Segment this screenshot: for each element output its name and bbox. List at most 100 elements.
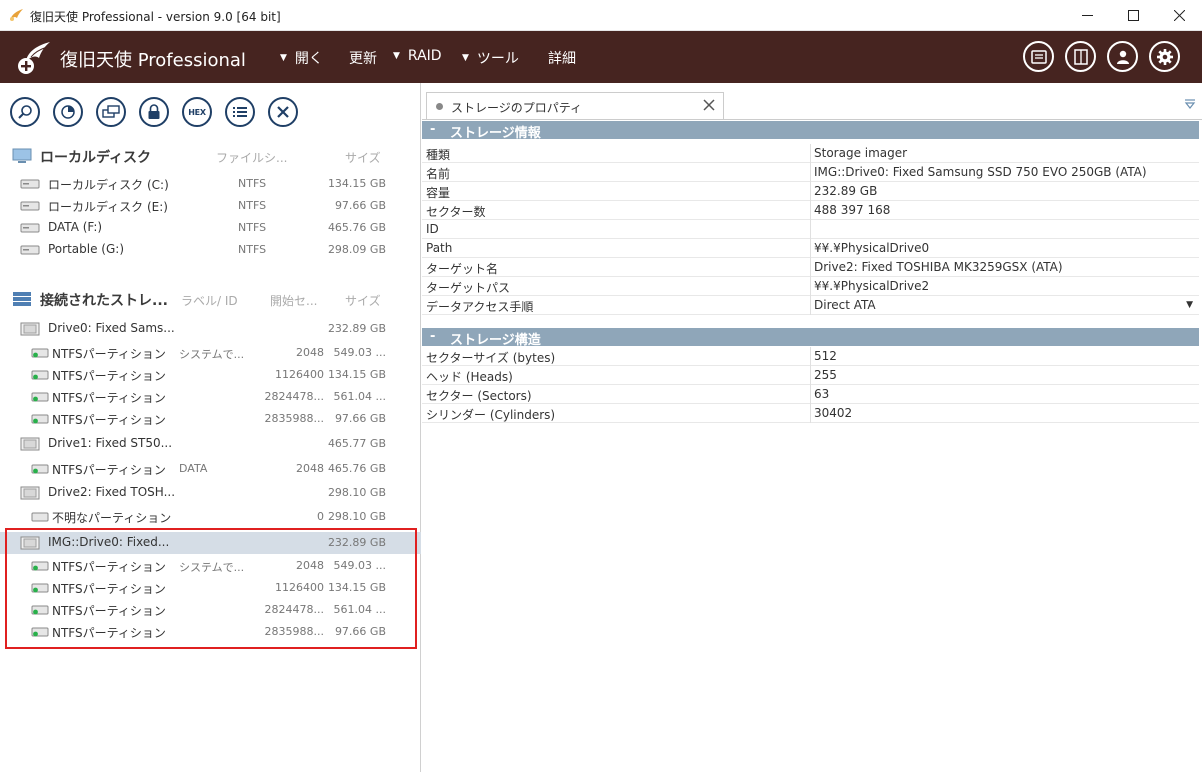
storage-start-sector: 1126400	[275, 368, 324, 381]
storage-size: 465.76 GB	[327, 462, 386, 475]
connected-storage-title: 接続されたストレ...	[40, 293, 168, 309]
col-size[interactable]: サイズ	[345, 149, 381, 166]
settings-button[interactable]	[1149, 41, 1180, 72]
menu-raid[interactable]: ▼ RAID	[393, 48, 442, 64]
physical-drive-icon	[20, 322, 40, 336]
property-row[interactable]: Path ¥¥.¥PhysicalDrive0	[422, 239, 1199, 258]
log-icon	[1030, 49, 1047, 64]
col-size[interactable]: サイズ	[345, 292, 381, 309]
collapse-icon[interactable]: -	[430, 122, 435, 137]
property-row[interactable]: シリンダー (Cylinders) 30402	[422, 404, 1199, 423]
ntfs-partition-icon	[31, 348, 49, 358]
property-row[interactable]: データアクセス手順 Direct ATA ▼	[422, 296, 1199, 315]
column-divider	[810, 182, 811, 201]
tab-storage-properties[interactable]: ストレージのプロパティ	[426, 92, 724, 119]
minimize-button[interactable]	[1064, 0, 1110, 31]
ntfs-partition-icon	[31, 392, 49, 402]
storage-size: 298.10 GB	[327, 486, 386, 499]
property-key: セクター (Sectors)	[426, 389, 532, 403]
property-value: Storage imager	[814, 146, 908, 160]
group-storage-structure[interactable]: - ストレージ構造	[422, 328, 1199, 348]
close-window-button[interactable]	[1156, 0, 1202, 31]
col-label-id[interactable]: ラベル/ ID	[181, 292, 238, 309]
menu-arrow-icon: ▼	[462, 53, 469, 63]
storage-name: NTFSパーティション	[52, 463, 166, 477]
property-value: ¥¥.¥PhysicalDrive2	[814, 279, 930, 293]
disk-name: Portable (G:)	[48, 242, 124, 256]
dropdown-arrow-icon[interactable]: ▼	[1186, 300, 1193, 310]
collapse-icon[interactable]: -	[430, 329, 435, 344]
account-button[interactable]	[1107, 41, 1138, 72]
property-key: Path	[426, 241, 453, 255]
list-button[interactable]	[225, 97, 255, 127]
menu-refresh[interactable]: 更新	[349, 48, 377, 68]
partition-row[interactable]: NTFSパーティション 2824478... 561.04 ...	[0, 386, 421, 408]
partition-icon	[31, 512, 49, 522]
disk-size: 134.15 GB	[327, 177, 386, 190]
close-storage-button[interactable]	[268, 97, 298, 127]
user-icon	[1116, 50, 1129, 64]
property-row[interactable]: 容量 232.89 GB	[422, 182, 1199, 201]
property-row[interactable]: ヘッド (Heads) 255	[422, 366, 1199, 385]
panel-toggle-button[interactable]	[1065, 41, 1096, 72]
group-storage-info[interactable]: - ストレージ情報	[422, 121, 1199, 141]
storage-name: NTFSパーティション	[52, 413, 166, 427]
drive-row[interactable]: Drive1: Fixed ST50... 465.77 GB	[0, 433, 421, 455]
image-button[interactable]	[96, 97, 126, 127]
tab-list-dropdown-icon[interactable]	[1184, 99, 1196, 109]
property-row[interactable]: ID	[422, 220, 1199, 239]
log-button[interactable]	[1023, 41, 1054, 72]
storage-start-sector: 2824478...	[264, 390, 324, 403]
partition-row[interactable]: NTFSパーティション DATA 2048 465.76 GB	[0, 458, 421, 480]
partition-row[interactable]: NTFSパーティション システムで... 2048 549.03 ...	[0, 342, 421, 364]
ntfs-partition-icon	[31, 370, 49, 380]
hex-label: HEX	[188, 107, 206, 117]
hex-button[interactable]: HEX	[182, 97, 212, 127]
menu-details-label: 詳細	[548, 51, 576, 67]
close-tab-icon[interactable]	[703, 99, 715, 111]
local-disk-row[interactable]: Portable (G:) NTFS 298.09 GB	[0, 239, 421, 261]
property-row[interactable]: 種類 Storage imager	[422, 144, 1199, 163]
disk-filesystem: NTFS	[238, 243, 267, 256]
search-button[interactable]	[10, 97, 40, 127]
property-row[interactable]: セクター数 488 397 168	[422, 201, 1199, 220]
storage-name: NTFSパーティション	[52, 347, 166, 361]
storage-size: 549.03 ...	[333, 346, 386, 359]
partition-row[interactable]: NTFSパーティション 1126400 134.15 GB	[0, 364, 421, 386]
property-key: セクターサイズ (bytes)	[426, 351, 556, 365]
property-row[interactable]: 名前 IMG::Drive0: Fixed Samsung SSD 750 EVO…	[422, 163, 1199, 182]
lock-button[interactable]	[139, 97, 169, 127]
disk-name: DATA (F:)	[48, 220, 103, 234]
column-divider	[810, 347, 811, 366]
storage-name: NTFSパーティション	[52, 391, 166, 405]
menu-tools[interactable]: ▼ ツール	[462, 48, 519, 68]
storage-name: 不明なパーティション	[52, 511, 172, 525]
property-row[interactable]: セクターサイズ (bytes) 512	[422, 347, 1199, 366]
local-disk-row[interactable]: ローカルディスク (C:) NTFS 134.15 GB	[0, 173, 421, 195]
scan-button[interactable]	[53, 97, 83, 127]
group-storage-info-title: ストレージ情報	[450, 126, 541, 141]
property-row[interactable]: ターゲット名 Drive2: Fixed TOSHIBA MK3259GSX (A…	[422, 258, 1199, 277]
property-key: ID	[426, 222, 439, 236]
maximize-button[interactable]	[1110, 0, 1156, 31]
property-row[interactable]: ターゲットパス ¥¥.¥PhysicalDrive2	[422, 277, 1199, 296]
partition-row[interactable]: 不明なパーティション 0 298.10 GB	[0, 506, 421, 528]
property-value: IMG::Drive0: Fixed Samsung SSD 750 EVO 2…	[814, 165, 1147, 179]
partition-row[interactable]: NTFSパーティション 2835988... 97.66 GB	[0, 408, 421, 430]
property-row[interactable]: セクター (Sectors) 63	[422, 385, 1199, 404]
maximize-icon	[1127, 10, 1139, 21]
storage-label: システムで...	[179, 348, 245, 361]
column-divider	[810, 385, 811, 404]
col-start-sector[interactable]: 開始セ...	[270, 292, 317, 309]
local-disk-row[interactable]: DATA (F:) NTFS 465.76 GB	[0, 217, 421, 239]
property-key: セクター数	[426, 205, 486, 219]
drive-row[interactable]: Drive0: Fixed Sams... 232.89 GB	[0, 318, 421, 340]
col-filesystem[interactable]: ファイルシ...	[216, 149, 287, 166]
drive-row[interactable]: Drive2: Fixed TOSH... 298.10 GB	[0, 482, 421, 504]
local-disk-row[interactable]: ローカルディスク (E:) NTFS 97.66 GB	[0, 195, 421, 217]
menu-details[interactable]: 詳細	[548, 48, 576, 68]
storage-size: 134.15 GB	[327, 368, 386, 381]
storage-size: 465.77 GB	[327, 437, 386, 450]
property-value: 488 397 168	[814, 203, 891, 217]
menu-open[interactable]: ▼ 開く	[280, 48, 323, 68]
